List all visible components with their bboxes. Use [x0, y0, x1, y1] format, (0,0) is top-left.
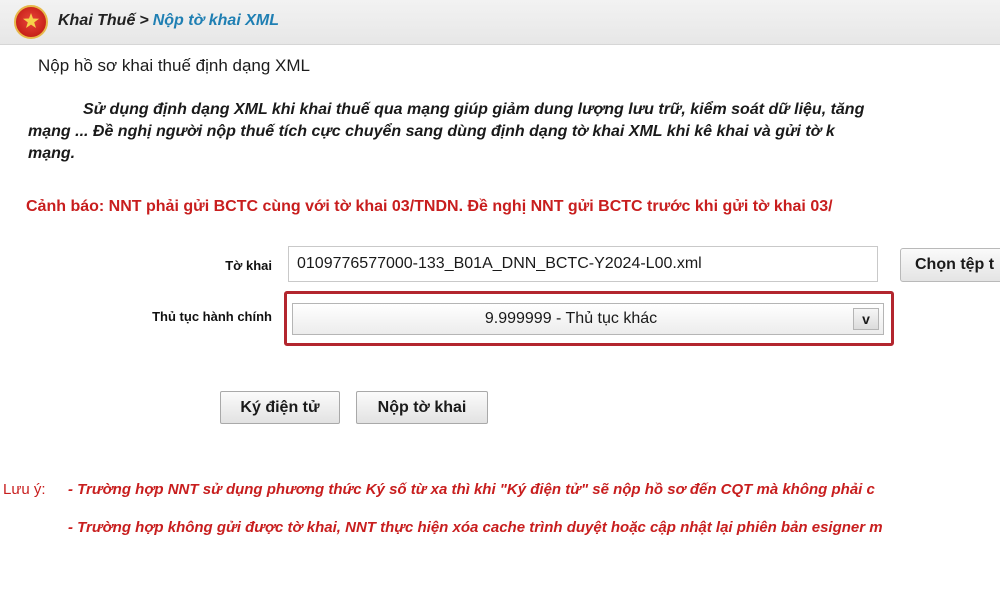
breadcrumb-root[interactable]: Khai Thuế	[58, 12, 135, 29]
note-label: Lưu ý:	[3, 481, 46, 498]
thutuc-label: Thủ tục hành chính	[152, 309, 272, 324]
intro-line-1: Sử dụng định dạng XML khi khai thuế qua …	[83, 101, 865, 118]
header-bar: Khai Thuế > Nộp tờ khai XML	[0, 0, 1000, 45]
note-text-2: - Trường hợp không gửi được tờ khai, NNT…	[68, 519, 883, 536]
thutuc-select[interactable]: 9.999999 - Thủ tục khác v	[292, 303, 884, 335]
breadcrumb: Khai Thuế > Nộp tờ khai XML	[58, 12, 279, 30]
note-text-1: - Trường hợp NNT sử dụng phương thức Ký …	[68, 481, 875, 498]
sign-button[interactable]: Ký điện tử	[220, 391, 340, 424]
tokhai-file-field[interactable]: 0109776577000-133_B01A_DNN_BCTC-Y2024-L0…	[288, 246, 878, 282]
page-title: Nộp hồ sơ khai thuế định dạng XML	[38, 56, 310, 75]
tokhai-label: Tờ khai	[225, 258, 272, 273]
intro-line-2: mạng ... Đề nghị người nộp thuế tích cực…	[28, 123, 835, 140]
intro-text: Sử dụng định dạng XML khi khai thuế qua …	[28, 99, 1000, 165]
page: Khai Thuế > Nộp tờ khai XML Nộp hồ sơ khai…	[0, 0, 1000, 595]
intro-line-3: mạng.	[28, 145, 76, 162]
choose-file-button[interactable]: Chọn tệp t	[900, 248, 1000, 282]
breadcrumb-separator: >	[139, 12, 149, 29]
thutuc-selected-value: 9.999999 - Thủ tục khác	[484, 310, 658, 327]
breadcrumb-current[interactable]: Nộp tờ khai XML	[153, 12, 279, 29]
warning-text: Cảnh báo: NNT phải gửi BCTC cùng với tờ …	[26, 198, 833, 215]
chevron-down-icon[interactable]: v	[853, 308, 879, 330]
submit-button[interactable]: Nộp tờ khai	[356, 391, 488, 424]
national-emblem-icon	[14, 5, 48, 39]
